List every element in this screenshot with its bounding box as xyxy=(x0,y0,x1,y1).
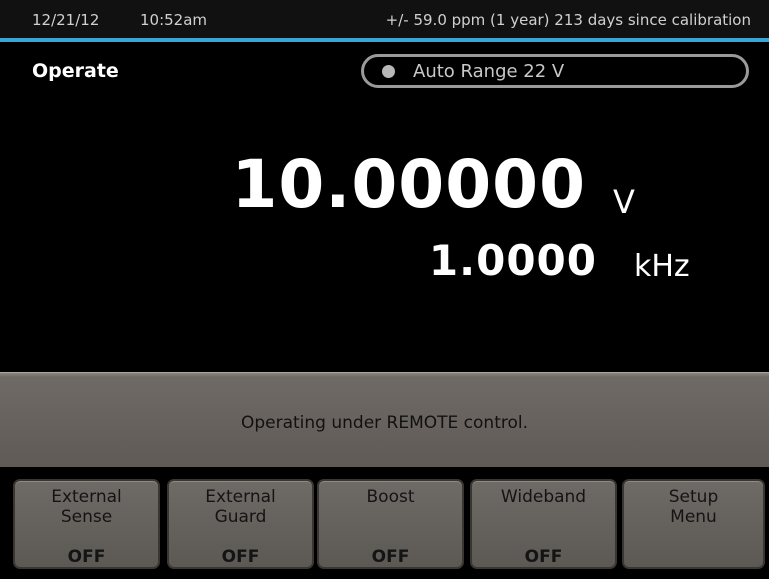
external-sense-label-line1: External xyxy=(51,487,122,507)
status-bar-divider xyxy=(0,38,769,42)
setup-menu-label-line1: Setup xyxy=(668,487,719,507)
remote-control-message: Operating under REMOTE control. xyxy=(240,413,529,433)
external-sense-button[interactable]: External Sense OFF xyxy=(13,479,160,569)
wideband-button[interactable]: Wideband OFF xyxy=(470,479,617,569)
setup-menu-label: Setup Menu xyxy=(624,487,763,527)
setup-menu-button[interactable]: Setup Menu xyxy=(622,479,765,569)
frequency-unit: kHz xyxy=(634,249,690,284)
amplitude-value[interactable]: 10.00000 xyxy=(231,152,586,218)
external-sense-label-line2: Sense xyxy=(60,507,113,527)
operate-mode-label: Operate xyxy=(32,60,119,82)
external-guard-state: OFF xyxy=(221,547,260,567)
boost-label: Boost xyxy=(319,487,462,507)
status-date: 12/21/12 xyxy=(32,11,100,29)
calibration-status: +/- 59.0 ppm (1 year) 213 days since cal… xyxy=(385,11,751,29)
external-guard-label-line2: Guard xyxy=(214,507,267,527)
wideband-state: OFF xyxy=(524,547,563,567)
amplitude-unit: V xyxy=(613,183,635,221)
boost-button[interactable]: Boost OFF xyxy=(317,479,464,569)
calibrator-display: 12/21/12 10:52am +/- 59.0 ppm (1 year) 2… xyxy=(0,0,769,579)
external-sense-label: External Sense xyxy=(15,487,158,527)
external-sense-state: OFF xyxy=(67,547,106,567)
message-band: Operating under REMOTE control. xyxy=(0,372,769,468)
status-time: 10:52am xyxy=(140,11,208,29)
external-guard-button[interactable]: External Guard OFF xyxy=(167,479,314,569)
external-guard-label: External Guard xyxy=(169,487,312,527)
softkey-bar: External Sense OFF External Guard OFF Bo… xyxy=(0,467,769,579)
wideband-label-line1: Wideband xyxy=(500,487,587,507)
external-guard-label-line1: External xyxy=(205,487,276,507)
wideband-label: Wideband xyxy=(472,487,615,507)
range-label: Auto Range 22 V xyxy=(413,61,565,82)
setup-menu-label-line2: Menu xyxy=(670,507,717,527)
frequency-value[interactable]: 1.0000 xyxy=(429,240,597,282)
status-bar: 12/21/12 10:52am +/- 59.0 ppm (1 year) 2… xyxy=(0,0,769,38)
range-indicator[interactable]: Auto Range 22 V xyxy=(361,54,749,88)
range-status-dot-icon xyxy=(382,65,395,78)
boost-label-line1: Boost xyxy=(366,487,415,507)
boost-state: OFF xyxy=(371,547,410,567)
